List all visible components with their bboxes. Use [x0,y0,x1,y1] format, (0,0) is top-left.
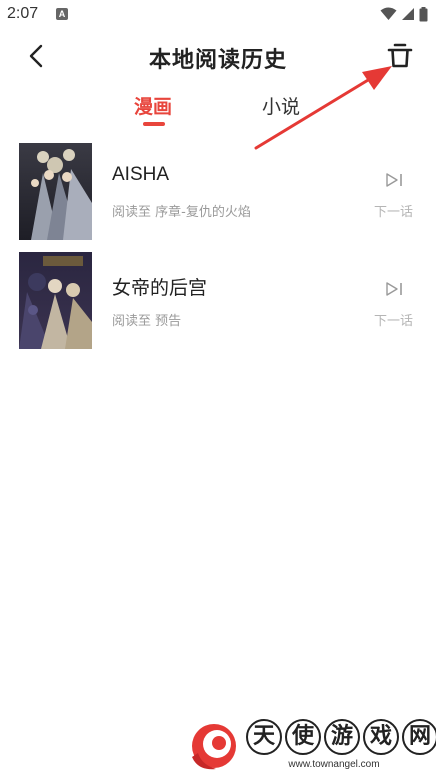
delete-history-button[interactable] [386,41,414,71]
comic-title: AISHA [112,164,170,185]
tab-novels[interactable]: 小说 [262,92,300,119]
status-bar: 2:07 A [0,0,436,30]
page-title: 本地阅读历史 [148,48,287,73]
next-episode-icon[interactable] [384,172,404,188]
category-tabs: 漫画 小说 [0,88,436,132]
comic-cover[interactable] [19,252,92,349]
signal-icon [402,8,414,20]
next-episode-icon[interactable] [384,281,404,297]
wifi-icon [380,7,397,20]
comic-title: 女帝的后宫 [112,278,208,299]
active-tab-indicator [143,122,165,126]
reading-progress: 阅读至 预告 [112,314,182,329]
header: 本地阅读历史 [0,30,436,82]
watermark: 天 使 游 戏 网 www.townangel.com [186,715,436,775]
trash-icon [387,43,413,68]
watermark-text: 天 使 游 戏 网 [246,719,436,755]
watermark-char: 网 [402,719,436,755]
watermark-url: www.townangel.com [288,759,380,770]
status-time: 2:07 [7,5,39,22]
history-item[interactable]: 女帝的后宫 阅读至 预告 下一话 [0,249,436,358]
next-episode-button[interactable]: 下一话 [374,201,413,220]
battery-icon [419,6,428,21]
watermark-char: 戏 [363,719,399,755]
status-icons [380,6,428,22]
watermark-char: 使 [285,719,321,755]
a-app-icon: A [56,8,68,20]
next-episode-button[interactable]: 下一话 [374,310,413,329]
history-list: AISHA 阅读至 序章-复仇的火焰 下一话 女帝的后宫 阅读至 预告 下一话 [0,140,436,358]
watermark-char: 游 [324,719,360,755]
tab-comics[interactable]: 漫画 [134,92,172,119]
history-item[interactable]: AISHA 阅读至 序章-复仇的火焰 下一话 [0,140,436,249]
watermark-char: 天 [246,719,282,755]
comic-cover[interactable] [19,143,92,240]
watermark-logo-icon [192,724,236,770]
reading-progress: 阅读至 序章-复仇的火焰 [112,205,251,220]
